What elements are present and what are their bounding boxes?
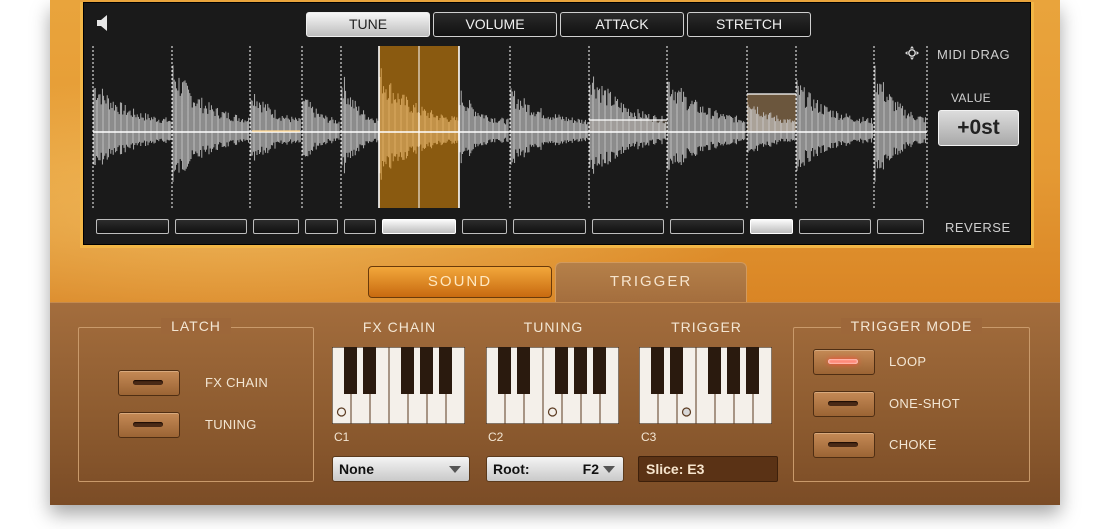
tab-attack[interactable]: ATTACK (560, 12, 684, 37)
reverse-toggle[interactable] (344, 219, 376, 234)
midi-drag-label[interactable]: MIDI DRAG (937, 47, 1010, 62)
tuning-keyboard[interactable] (486, 347, 619, 424)
slice-label: Slice: E3 (646, 461, 705, 477)
top-panel: TUNE VOLUME ATTACK STRETCH MIDI DRAG VAL… (50, 0, 1060, 304)
tuning-root-value: F2 (582, 461, 599, 477)
trigger-keyboard[interactable] (639, 347, 772, 424)
waveform-slice (667, 81, 746, 170)
value-label: VALUE (951, 91, 991, 105)
waveform-display[interactable] (91, 46, 929, 216)
black-key[interactable] (363, 347, 376, 394)
latch-fx-chain-label: FX CHAIN (205, 375, 269, 390)
tab-sound[interactable]: SOUND (368, 266, 552, 298)
value-readout[interactable]: +0st (938, 110, 1019, 146)
trigger-title: TRIGGER (671, 319, 742, 335)
fx-chain-select-value: None (339, 461, 374, 477)
reverse-toggle[interactable] (670, 219, 744, 234)
latch-tuning-label: TUNING (205, 417, 257, 432)
led-indicator (828, 359, 858, 364)
waveform-slice (172, 65, 250, 182)
waveform-slice (93, 88, 172, 165)
tab-trigger[interactable]: TRIGGER (555, 262, 747, 304)
waveform-slice (341, 76, 379, 174)
reverse-toggle[interactable] (305, 219, 338, 234)
black-key[interactable] (517, 347, 530, 394)
reverse-toggle[interactable] (382, 219, 456, 234)
one-shot-button[interactable] (813, 391, 875, 417)
reverse-label: REVERSE (945, 220, 1011, 235)
led-indicator (133, 380, 163, 385)
chevron-down-icon (449, 466, 461, 473)
black-key[interactable] (420, 347, 433, 394)
reverse-toggle[interactable] (175, 219, 247, 234)
reverse-toggle[interactable] (513, 219, 586, 234)
loop-button[interactable] (813, 349, 875, 375)
fx-chain-keyboard[interactable] (332, 347, 465, 424)
black-key[interactable] (593, 347, 606, 394)
led-indicator (133, 422, 163, 427)
loop-label: LOOP (889, 354, 927, 369)
latch-fx-chain-button[interactable] (118, 370, 180, 396)
black-key[interactable] (555, 347, 568, 394)
tuning-root-select[interactable]: Root: F2 (486, 456, 624, 482)
tuning-octave-label: C2 (488, 430, 504, 444)
sample-instrument-panel: TUNE VOLUME ATTACK STRETCH MIDI DRAG VAL… (50, 0, 1060, 505)
waveform-editor: TUNE VOLUME ATTACK STRETCH MIDI DRAG VAL… (80, 2, 1034, 248)
tuning-title: TUNING (523, 319, 584, 335)
speaker-icon[interactable] (96, 14, 110, 32)
black-key[interactable] (727, 347, 740, 394)
fx-chain-select[interactable]: None (332, 456, 470, 482)
reverse-toggle[interactable] (462, 219, 507, 234)
waveform-slice (874, 65, 926, 182)
led-indicator (828, 442, 858, 447)
one-shot-label: ONE-SHOT (889, 396, 961, 411)
choke-label: CHOKE (889, 437, 937, 452)
choke-button[interactable] (813, 432, 875, 458)
reverse-toggle[interactable] (877, 219, 924, 234)
black-key[interactable] (708, 347, 721, 394)
black-key[interactable] (574, 347, 587, 394)
black-key[interactable] (498, 347, 511, 394)
black-key[interactable] (401, 347, 414, 394)
reverse-toggle[interactable] (750, 219, 793, 234)
reverse-toggle[interactable] (253, 219, 299, 234)
led-indicator (828, 401, 858, 406)
waveform-slice (250, 94, 301, 161)
trigger-mode-title: TRIGGER MODE (840, 318, 983, 334)
black-key[interactable] (439, 347, 452, 394)
black-key[interactable] (651, 347, 664, 394)
trigger-octave-label: C3 (641, 430, 657, 444)
midi-drag-icon[interactable] (905, 46, 919, 60)
black-key[interactable] (344, 347, 357, 394)
waveform-slice (796, 80, 874, 171)
reverse-toggle[interactable] (96, 219, 169, 234)
waveform-slice (302, 99, 340, 157)
latch-tuning-button[interactable] (118, 412, 180, 438)
waveform-slice (510, 88, 589, 165)
reverse-toggle[interactable] (799, 219, 871, 234)
black-key[interactable] (746, 347, 759, 394)
reverse-toggle[interactable] (592, 219, 664, 234)
black-key[interactable] (670, 347, 683, 394)
latch-title: LATCH (161, 318, 231, 334)
tab-tune[interactable]: TUNE (306, 12, 430, 37)
chevron-down-icon (603, 466, 615, 473)
tab-stretch[interactable]: STRETCH (687, 12, 811, 37)
tab-volume[interactable]: VOLUME (433, 12, 557, 37)
tuning-root-label: Root: (493, 461, 530, 477)
slice-readout: Slice: E3 (638, 456, 778, 482)
fx-chain-title: FX CHAIN (362, 319, 437, 335)
waveform-slice (459, 90, 509, 164)
latch-group: LATCH (78, 318, 314, 482)
fx-chain-octave-label: C1 (334, 430, 350, 444)
edit-mode-tabs: TUNE VOLUME ATTACK STRETCH (306, 12, 811, 37)
key-marker (681, 407, 692, 417)
